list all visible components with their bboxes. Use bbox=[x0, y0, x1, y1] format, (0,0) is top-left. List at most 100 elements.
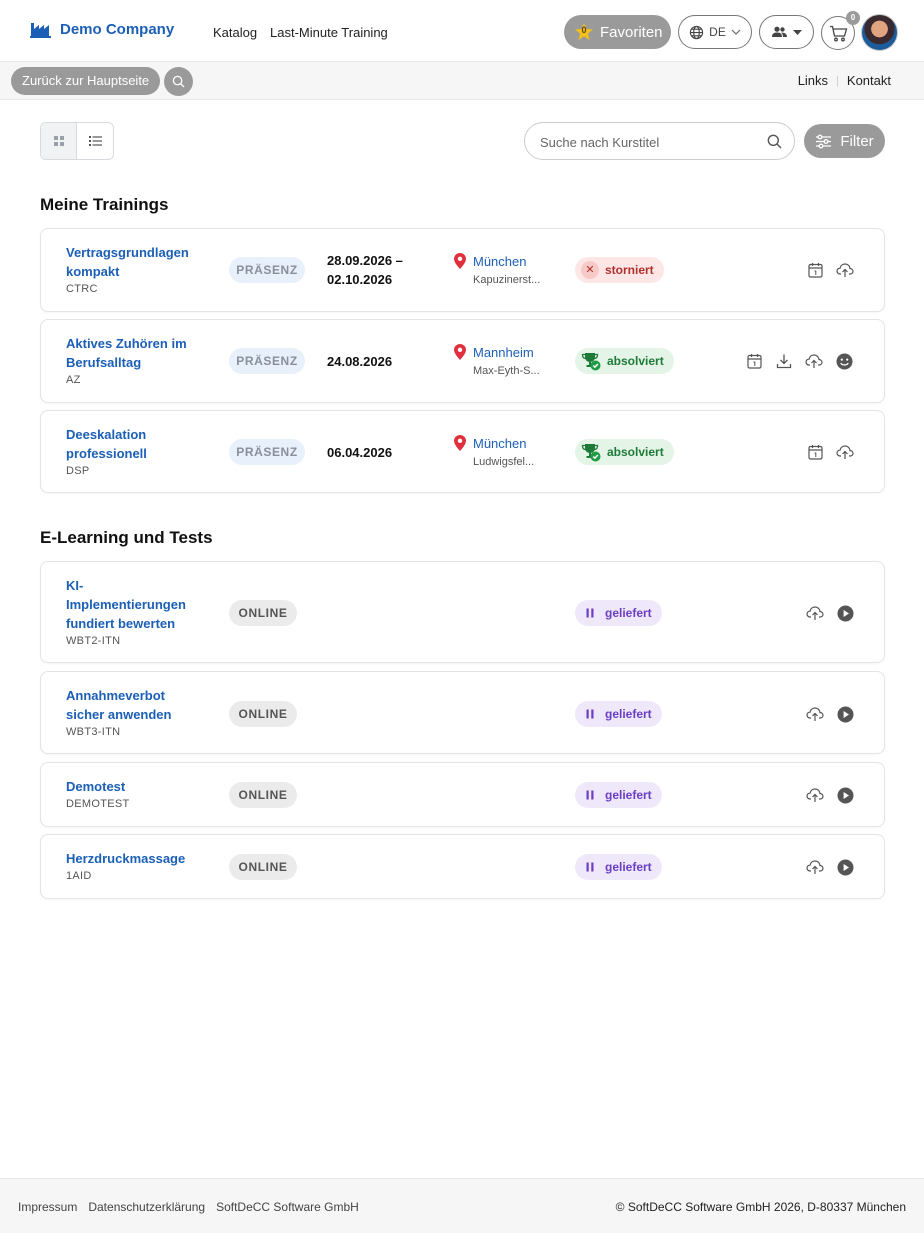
row-actions bbox=[806, 604, 854, 622]
language-select[interactable]: DE bbox=[678, 15, 752, 49]
upload-cloud-icon[interactable] bbox=[836, 261, 854, 279]
favorites-button[interactable]: 0 Favoriten bbox=[564, 15, 671, 49]
caret-down-icon bbox=[793, 29, 802, 35]
upload-cloud-icon[interactable] bbox=[806, 604, 824, 622]
pause-icon bbox=[581, 786, 599, 804]
course-title-link[interactable]: Vertragsgrundlagen kompakt bbox=[66, 243, 189, 281]
kontakt-link[interactable]: Kontakt bbox=[847, 73, 891, 88]
course-title-line: Berufsalltag bbox=[66, 355, 142, 370]
page-footer: Impressum Datenschutzerklärung SoftDeCC … bbox=[0, 1178, 924, 1233]
softdecc-link[interactable]: SoftDeCC Software GmbH bbox=[216, 1200, 359, 1214]
course-code: 1AID bbox=[66, 870, 92, 882]
trophy-check-icon bbox=[581, 351, 601, 371]
grid-icon bbox=[53, 136, 64, 146]
training-card[interactable]: Deeskalation professionell DSP PRÄSENZ 0… bbox=[40, 410, 885, 493]
upload-cloud-icon[interactable] bbox=[806, 858, 824, 876]
course-title-line: Vertragsgrundlagen bbox=[66, 245, 189, 260]
training-card[interactable]: Vertragsgrundlagen kompakt CTRC PRÄSENZ … bbox=[40, 228, 885, 312]
location-city-link[interactable]: München bbox=[473, 254, 526, 269]
links-link[interactable]: Links bbox=[798, 73, 828, 88]
user-menu-button[interactable] bbox=[759, 15, 814, 49]
cart-icon bbox=[829, 25, 848, 42]
course-search-input[interactable] bbox=[540, 132, 760, 152]
course-title-link[interactable]: Demotest bbox=[66, 777, 125, 796]
link-separator: | bbox=[836, 74, 839, 87]
list-view-button[interactable] bbox=[77, 123, 113, 159]
location-city-link[interactable]: München bbox=[473, 436, 526, 451]
elearning-section-title: E-Learning und Tests bbox=[40, 528, 213, 547]
location-street: Ludwigsfel... bbox=[473, 456, 535, 468]
row-actions bbox=[806, 858, 854, 876]
status-badge: absolviert bbox=[575, 439, 674, 465]
course-title-link[interactable]: Herzdruckmassage bbox=[66, 849, 185, 868]
language-label: DE bbox=[709, 25, 726, 39]
quick-search-button[interactable] bbox=[164, 67, 193, 96]
format-badge: ONLINE bbox=[229, 854, 297, 880]
calendar-icon[interactable] bbox=[806, 443, 824, 461]
calendar-icon[interactable] bbox=[806, 261, 824, 279]
upload-cloud-icon[interactable] bbox=[836, 443, 854, 461]
play-icon[interactable] bbox=[836, 858, 854, 876]
course-code: DEMOTEST bbox=[66, 798, 130, 810]
avatar[interactable] bbox=[861, 14, 898, 51]
filter-button[interactable]: Filter bbox=[804, 124, 885, 158]
course-date: 06.04.2026 bbox=[327, 443, 392, 462]
course-title-line: Herzdruckmassage bbox=[66, 851, 186, 866]
footer-links: Impressum Datenschutzerklärung SoftDeCC … bbox=[18, 1200, 359, 1214]
format-badge: PRÄSENZ bbox=[229, 348, 305, 374]
course-title-line: kompakt bbox=[66, 264, 120, 279]
nav-last-minute-training[interactable]: Last-Minute Training bbox=[270, 25, 388, 40]
course-code: AZ bbox=[66, 374, 81, 386]
upload-cloud-icon[interactable] bbox=[805, 352, 823, 370]
search-icon[interactable] bbox=[767, 134, 782, 149]
elearning-card[interactable]: Herzdruckmassage 1AID ONLINE geliefert bbox=[40, 834, 885, 899]
smiley-feedback-icon[interactable] bbox=[835, 352, 853, 370]
course-title-link[interactable]: KI- Implementierungen fundiert bewerten bbox=[66, 576, 186, 633]
elearning-card[interactable]: Annahmeverbot sicher anwenden WBT3-ITN O… bbox=[40, 671, 885, 754]
date-line: 28.09.2026 – bbox=[327, 253, 403, 268]
course-date: 28.09.2026 – 02.10.2026 bbox=[327, 251, 403, 289]
chevron-down-icon bbox=[731, 29, 741, 35]
location-city-link[interactable]: Mannheim bbox=[473, 345, 534, 360]
nav-katalog[interactable]: Katalog bbox=[213, 25, 257, 40]
play-icon[interactable] bbox=[836, 705, 854, 723]
trophy-check-icon bbox=[581, 442, 601, 462]
course-title-link[interactable]: Deeskalation professionell bbox=[66, 425, 147, 463]
date-line: 06.04.2026 bbox=[327, 445, 393, 460]
factory-icon bbox=[30, 20, 52, 38]
globe-icon bbox=[689, 25, 704, 40]
sliders-icon bbox=[815, 134, 832, 149]
impressum-link[interactable]: Impressum bbox=[18, 1200, 77, 1214]
status-badge: geliefert bbox=[575, 600, 662, 626]
course-code: WBT3-ITN bbox=[66, 726, 121, 738]
course-title-line: sicher anwenden bbox=[66, 707, 172, 722]
elearning-card[interactable]: KI- Implementierungen fundiert bewerten … bbox=[40, 561, 885, 663]
row-actions bbox=[806, 443, 854, 461]
privacy-link[interactable]: Datenschutzerklärung bbox=[88, 1200, 205, 1214]
upload-cloud-icon[interactable] bbox=[806, 786, 824, 804]
course-title-link[interactable]: Aktives Zuhören im Berufsalltag bbox=[66, 334, 187, 372]
back-to-home-button[interactable]: Zurück zur Hauptseite bbox=[11, 67, 161, 95]
course-title-line: Aktives Zuhören im bbox=[66, 336, 187, 351]
pause-icon bbox=[581, 858, 599, 876]
calendar-icon[interactable] bbox=[745, 352, 763, 370]
training-card[interactable]: Aktives Zuhören im Berufsalltag AZ PRÄSE… bbox=[40, 319, 885, 403]
status-badge: geliefert bbox=[575, 854, 662, 880]
star-icon: 0 bbox=[574, 22, 594, 42]
secondary-links: Links | Kontakt bbox=[798, 73, 891, 88]
search-icon bbox=[172, 75, 185, 88]
elearning-card[interactable]: Demotest DEMOTEST ONLINE geliefert bbox=[40, 762, 885, 827]
brand-name: Demo Company bbox=[60, 20, 175, 38]
download-icon[interactable] bbox=[775, 352, 793, 370]
play-icon[interactable] bbox=[836, 786, 854, 804]
cart-count-badge: 0 bbox=[846, 11, 860, 25]
course-title-link[interactable]: Annahmeverbot sicher anwenden bbox=[66, 686, 171, 724]
list-icon bbox=[88, 136, 102, 146]
upload-cloud-icon[interactable] bbox=[806, 705, 824, 723]
brand-logo-link[interactable]: Demo Company bbox=[30, 20, 174, 38]
grid-view-button[interactable] bbox=[41, 123, 78, 159]
cart-button[interactable]: 0 bbox=[821, 11, 860, 50]
course-title-line: fundiert bewerten bbox=[66, 616, 176, 631]
play-icon[interactable] bbox=[836, 604, 854, 622]
row-actions bbox=[806, 705, 854, 723]
